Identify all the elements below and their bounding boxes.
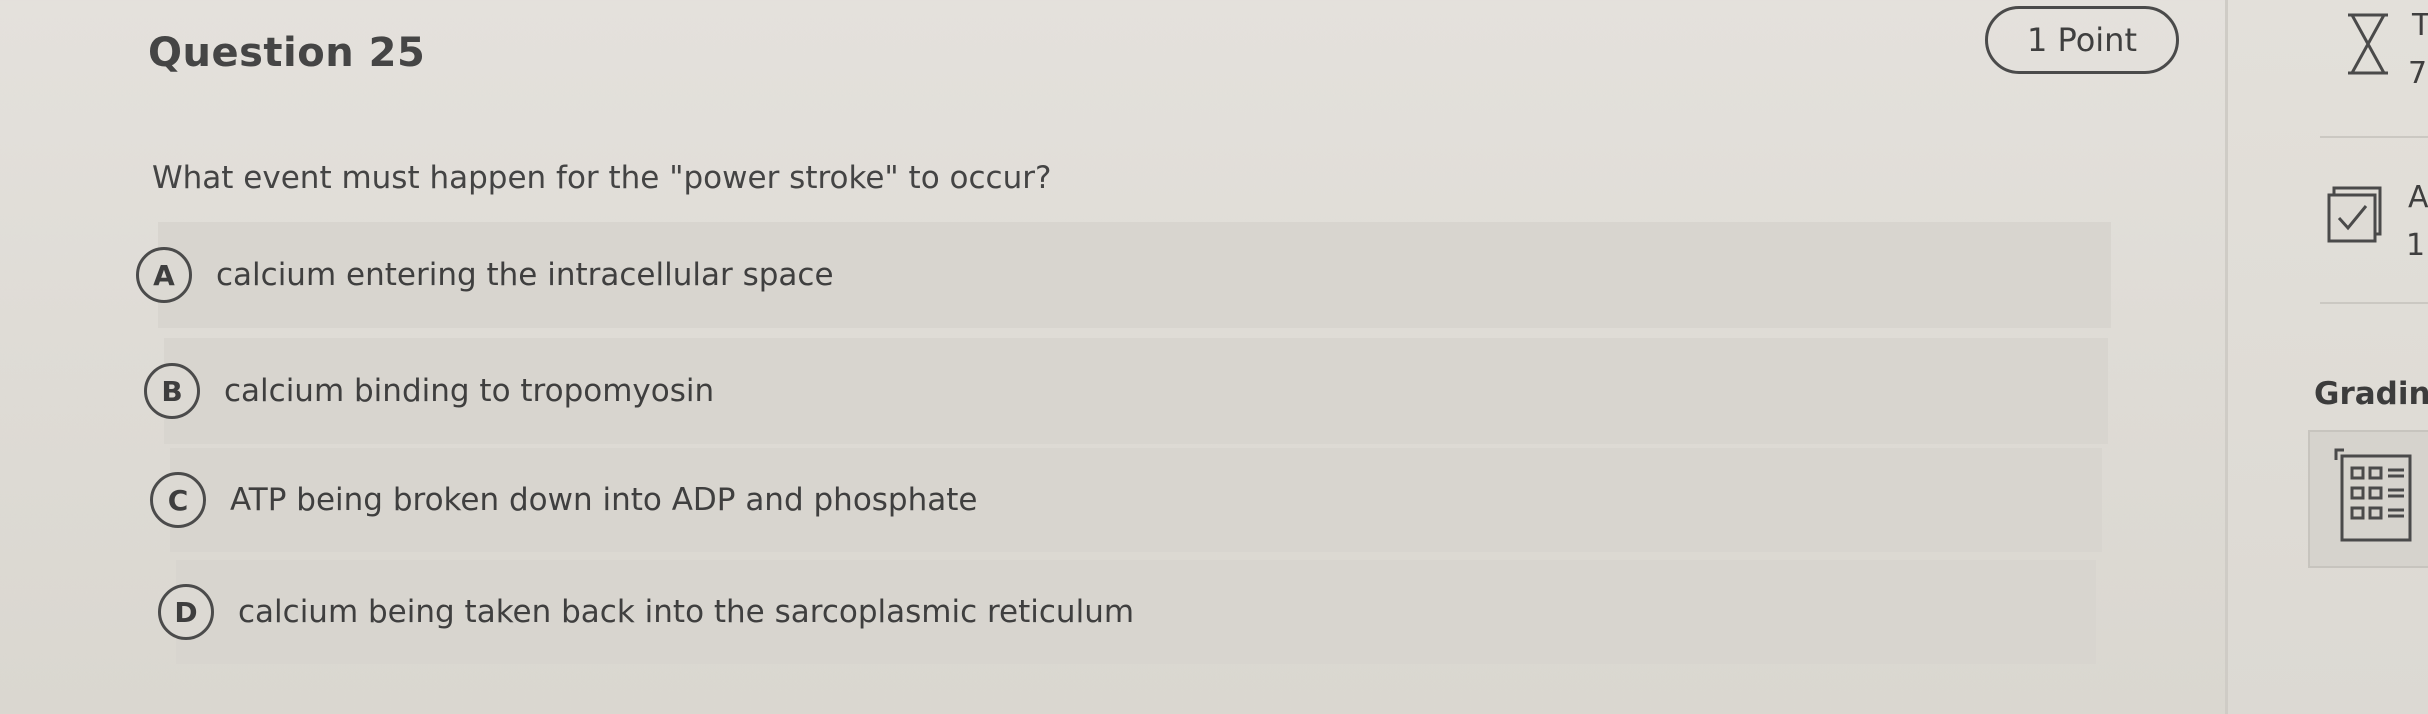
attempts-value: 1 xyxy=(2406,228,2426,263)
question-prompt: What event must happen for the "power st… xyxy=(152,160,1052,196)
calculator-grid-icon xyxy=(2334,448,2412,542)
attempts-label: A xyxy=(2408,180,2428,215)
answer-option-d[interactable]: D calcium being taken back into the sarc… xyxy=(158,560,2096,664)
quiz-sidebar: T 7 A 1 Gradin xyxy=(2225,0,2428,714)
option-text: ATP being broken down into ADP and phosp… xyxy=(230,482,978,518)
option-text: calcium binding to tropomyosin xyxy=(224,373,715,409)
grading-label: Gradin xyxy=(2314,376,2428,412)
option-letter-badge: C xyxy=(150,472,206,528)
answer-option-c[interactable]: C ATP being broken down into ADP and pho… xyxy=(150,448,2102,552)
question-panel: Question 25 1 Point What event must happ… xyxy=(0,0,2225,714)
timer-label: T xyxy=(2412,8,2428,43)
option-text: calcium entering the intracellular space xyxy=(216,257,834,293)
timer-value: 7 xyxy=(2408,56,2428,91)
option-letter-badge: A xyxy=(136,247,192,303)
checkbox-icon xyxy=(2327,186,2382,243)
option-text: calcium being taken back into the sarcop… xyxy=(238,594,1135,630)
option-letter-badge: D xyxy=(158,584,214,640)
answer-option-a[interactable]: A calcium entering the intracellular spa… xyxy=(136,222,2111,328)
points-badge[interactable]: 1 Point xyxy=(1985,6,2179,74)
sidebar-divider xyxy=(2320,136,2428,138)
hourglass-icon xyxy=(2348,13,2388,75)
answer-option-b[interactable]: B calcium binding to tropomyosin xyxy=(144,338,2108,444)
option-letter-badge: B xyxy=(144,363,200,419)
sidebar-divider xyxy=(2320,302,2428,304)
grading-button[interactable] xyxy=(2308,430,2428,568)
question-title: Question 25 xyxy=(148,30,426,76)
